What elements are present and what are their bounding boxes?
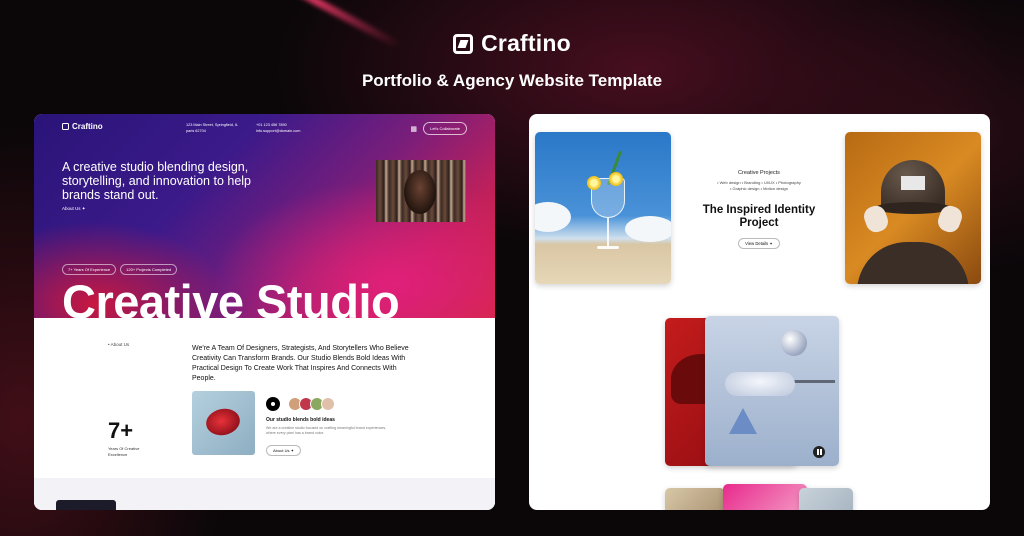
preview-contact: +01 123 456 7890 info.support@domain.com (256, 123, 301, 133)
glass-base (597, 246, 619, 249)
right-preview-card: Creative Projects • Web design • Brandin… (529, 114, 990, 510)
lemon-slice (609, 172, 623, 186)
lips-shape (203, 405, 243, 439)
image-tile[interactable] (799, 488, 853, 510)
tag-label: Graphic design (732, 186, 760, 191)
cap-image-tile[interactable] (845, 132, 981, 284)
tag-label: Web design (719, 180, 741, 185)
pause-icon[interactable] (813, 446, 825, 458)
next-section-strip (34, 478, 495, 510)
tag-label: UI/UX (763, 180, 775, 185)
studio-blurb-title: Our studio blends bold ideas (266, 417, 335, 423)
promo-header: Craftino Portfolio & Agency Website Temp… (0, 30, 1024, 91)
about-statement: We're A Team Of Designers, Strategists, … (192, 345, 409, 382)
left-preview-card: Craftino 123 Main Street, Springfield, I… (34, 114, 495, 510)
studio-blurb-text: We are a creative studio focused on craf… (266, 426, 387, 435)
brand: Craftino (453, 30, 571, 57)
preview-nav: Craftino 123 Main Street, Springfield, I… (62, 122, 467, 136)
about-label: • About Us (108, 342, 130, 347)
preview-intro: A creative studio blending design, story… (62, 160, 252, 202)
portrait-thumbnail (376, 160, 466, 222)
cloud-shape (625, 216, 671, 242)
creative-studio-title: Creative Studio (62, 275, 400, 318)
about-label-text: About Us (110, 342, 130, 347)
tag-label: Photography (778, 180, 801, 185)
project-tags: • Web design • Branding • UI/UX • Photog… (689, 180, 829, 192)
tag-label: Branding (744, 180, 761, 185)
glass-blob-shape (725, 372, 795, 396)
tag-label: Motion design (763, 186, 788, 191)
avatar (321, 397, 335, 411)
view-details-button[interactable]: View Details ✦ (738, 238, 780, 249)
about-us-button[interactable]: About Us ✦ (266, 445, 301, 456)
avatar-group (288, 397, 335, 411)
tagline: Portfolio & Agency Website Template (361, 70, 663, 90)
brand-name: Craftino (481, 30, 571, 56)
view-details-label: View Details (745, 241, 769, 246)
project-info: Creative Projects • Web design • Brandin… (689, 170, 829, 250)
cap-label (901, 176, 925, 190)
abstract-3d-tile[interactable] (705, 316, 839, 466)
plus-icon: ✦ (81, 206, 86, 211)
hero-about-link-label: About Us (62, 206, 81, 211)
preview-address: 123 Main Street, Springfield, IL paris 6… (186, 123, 238, 133)
glass-stem (607, 218, 609, 248)
stat-label: Years Of Creative Excellence (108, 446, 140, 457)
plus-icon: ✦ (290, 448, 294, 453)
device-mockup (56, 500, 116, 510)
lemon-slice (587, 176, 601, 190)
preview-logo-icon (62, 123, 69, 130)
sphere-shape (781, 330, 807, 356)
preview-logo[interactable]: Craftino (62, 122, 103, 131)
image-tile[interactable] (665, 488, 725, 510)
collaborate-button[interactable]: Let's Collaborate (423, 122, 467, 135)
brand-logo-icon (453, 33, 474, 54)
plus-icon: ✦ (769, 241, 773, 246)
portrait-face (404, 170, 436, 214)
cocktail-image-tile[interactable] (535, 132, 671, 284)
person-body (857, 242, 969, 284)
stat-value: 7+ (108, 418, 134, 443)
preview-about-section: • About Us We're A Team Of Designers, St… (34, 318, 495, 510)
cone-shape (729, 408, 757, 434)
lips-image (192, 391, 255, 455)
cloud-shape (535, 202, 571, 232)
preview-logo-text: Craftino (72, 122, 103, 131)
hero-about-link[interactable]: About Us ✦ (62, 206, 86, 212)
preview-hero: Craftino 123 Main Street, Springfield, I… (34, 114, 495, 318)
portrait-image-tile[interactable] (723, 484, 807, 510)
about-us-button-label: About Us (273, 448, 290, 453)
grid-menu-icon[interactable]: ▦ (410, 125, 417, 133)
project-category: Creative Projects (738, 170, 780, 176)
play-dot-icon[interactable] (266, 397, 280, 411)
project-title: The Inspired Identity Project (702, 204, 816, 229)
